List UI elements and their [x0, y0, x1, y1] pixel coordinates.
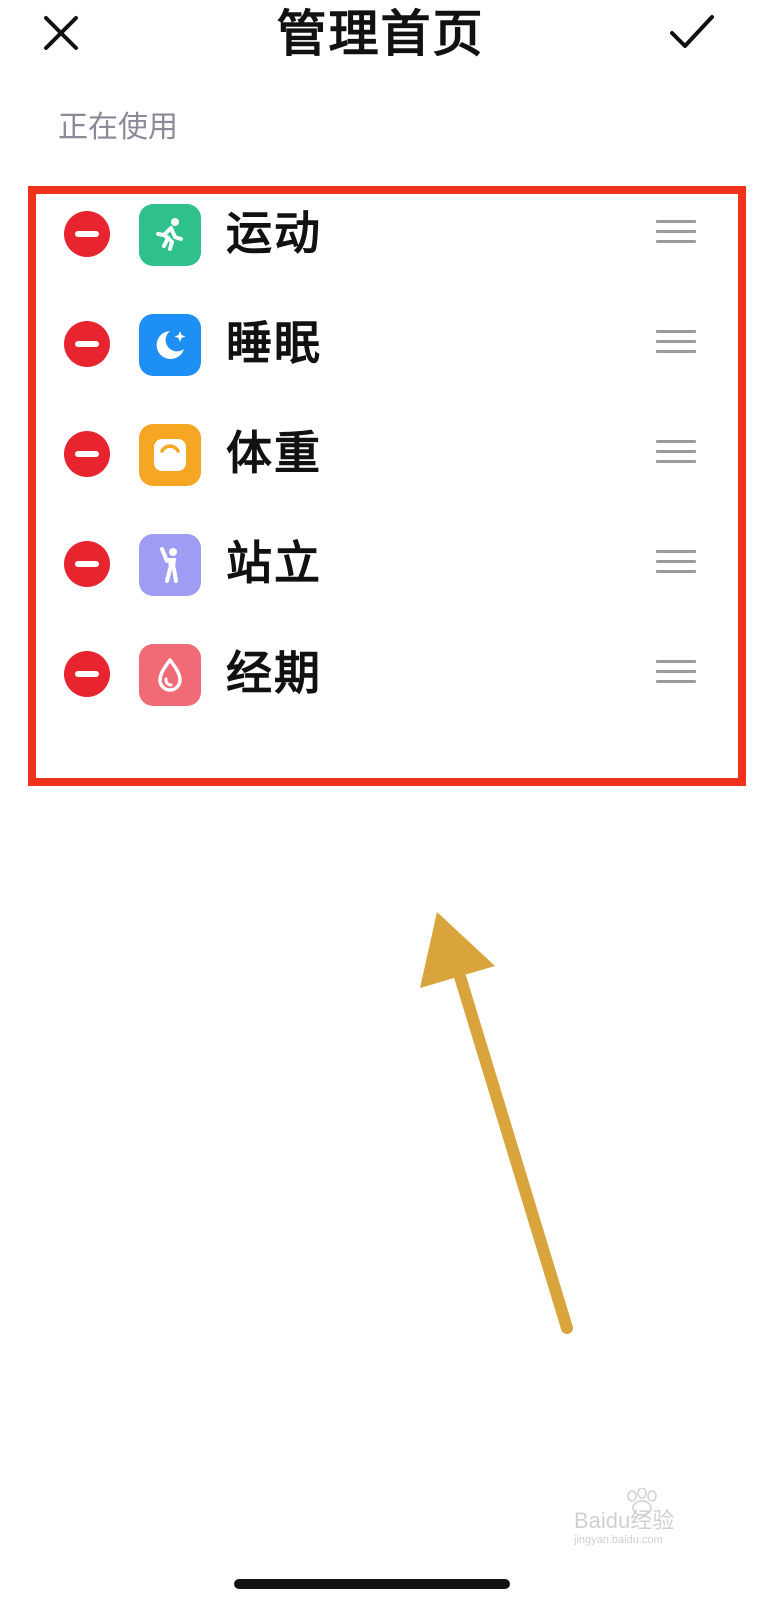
checkmark-icon [670, 15, 714, 48]
item-label: 经期 [226, 646, 322, 700]
running-icon [139, 204, 201, 266]
annotation-arrow [420, 912, 573, 1334]
drag-handle[interactable] [656, 658, 696, 686]
confirm-button[interactable] [664, 8, 720, 58]
page-title: 管理首页 [276, 5, 485, 63]
drag-handle[interactable] [656, 328, 696, 356]
remove-button[interactable] [64, 321, 110, 367]
watermark-text: Baidu经验 [574, 1508, 674, 1533]
remove-button[interactable] [64, 211, 110, 257]
item-label: 睡眠 [226, 316, 322, 370]
list-item-standing: 站立 [36, 526, 738, 636]
watermark-logo: Baidu经验 jingyan.baidu.com [574, 1488, 674, 1546]
list-item-period: 经期 [36, 636, 738, 746]
remove-button[interactable] [64, 431, 110, 477]
drag-handle[interactable] [656, 438, 696, 466]
scale-icon [139, 424, 201, 486]
drop-icon [139, 644, 201, 706]
section-label: 正在使用 [58, 110, 178, 145]
header-bar: 管理首页 [0, 0, 761, 80]
highlight-box: 运动 睡眠 体重 站立 经期 [28, 186, 746, 786]
drag-handle[interactable] [656, 218, 696, 246]
item-label: 运动 [226, 206, 322, 260]
item-label: 体重 [226, 426, 322, 480]
remove-button[interactable] [64, 541, 110, 587]
item-label: 站立 [226, 536, 322, 590]
list-item-sleep: 睡眠 [36, 306, 738, 416]
drag-handle[interactable] [656, 548, 696, 576]
standing-person-icon [139, 534, 201, 596]
list-item-exercise: 运动 [36, 196, 738, 306]
moon-star-icon [139, 314, 201, 376]
watermark-subtext: jingyan.baidu.com [574, 1534, 663, 1546]
remove-button[interactable] [64, 651, 110, 697]
home-indicator[interactable] [234, 1579, 510, 1589]
list-item-weight: 体重 [36, 416, 738, 526]
